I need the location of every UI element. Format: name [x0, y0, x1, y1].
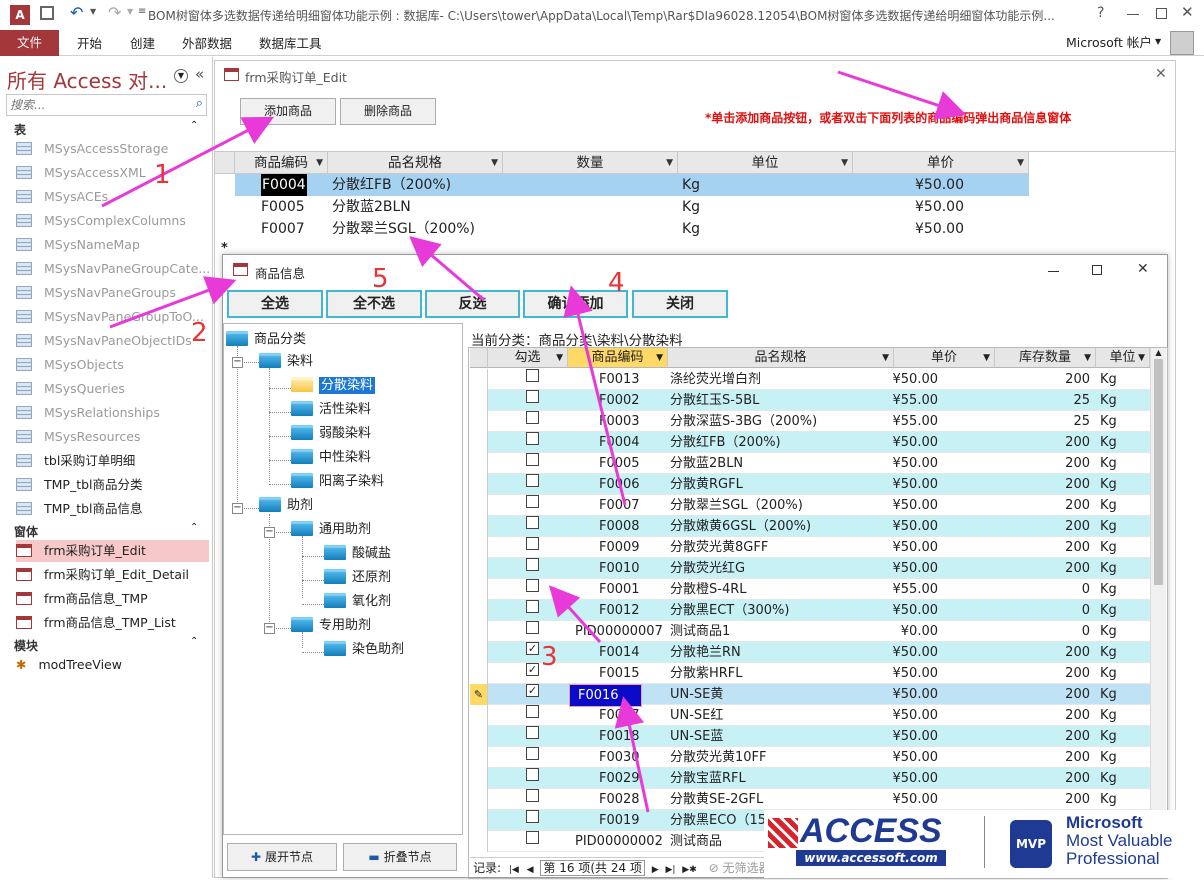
arrow-1 — [101, 116, 274, 208]
annotation-1: 1 — [154, 160, 171, 190]
annotation-3: 3 — [541, 642, 558, 672]
arrow-3b — [614, 696, 650, 813]
arrow-hint — [837, 70, 967, 120]
annotation-2: 2 — [191, 318, 208, 348]
annotation-arrows — [101, 70, 967, 813]
arrow-4 — [563, 285, 627, 506]
arrow-2 — [109, 276, 237, 329]
arrow-3a — [548, 585, 602, 644]
annotation-5: 5 — [372, 264, 389, 294]
annotation-4: 4 — [608, 268, 625, 298]
arrow-5 — [409, 236, 485, 302]
